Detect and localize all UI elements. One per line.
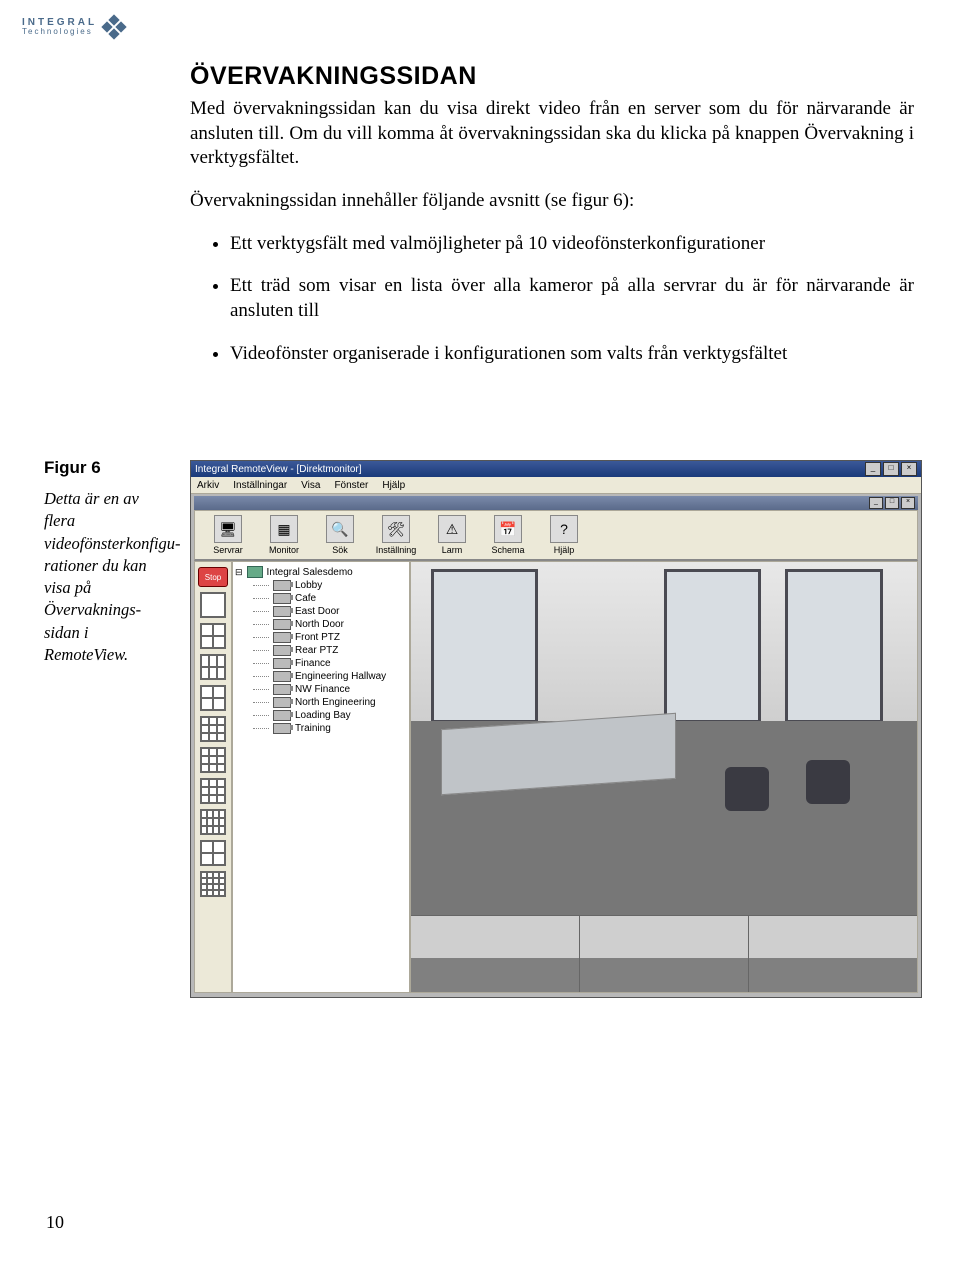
menu-hjalp[interactable]: Hjälp: [382, 480, 405, 491]
menu-installningar[interactable]: Inställningar: [233, 480, 287, 491]
layout-4b[interactable]: [200, 685, 226, 711]
tree-item[interactable]: East Door: [253, 606, 407, 617]
video-thumbnail-row: [411, 915, 917, 992]
camera-icon: [273, 606, 291, 617]
maximize-icon[interactable]: □: [883, 462, 899, 476]
camera-icon: [273, 658, 291, 669]
video-area: [410, 561, 918, 993]
tree-item[interactable]: Finance: [253, 658, 407, 669]
settings-icon: 🛠: [382, 515, 410, 543]
intro-paragraph-2: Övervakningssidan innehåller följande av…: [190, 189, 914, 214]
tree-item[interactable]: NW Finance: [253, 684, 407, 695]
layout-4[interactable]: [200, 623, 226, 649]
toolbar-sok[interactable]: 🔍Sök: [317, 515, 363, 555]
toolbar-hjalp[interactable]: ?Hjälp: [541, 515, 587, 555]
brand-logo: INTEGRAL Technologies: [22, 10, 132, 44]
video-thumb-2[interactable]: [579, 916, 748, 992]
menu-visa[interactable]: Visa: [301, 480, 320, 491]
camera-icon: [273, 645, 291, 656]
toolbar-monitor[interactable]: ▦Monitor: [261, 515, 307, 555]
layout-1[interactable]: [200, 592, 226, 618]
menu-arkiv[interactable]: Arkiv: [197, 480, 219, 491]
figure-label: Figur 6: [44, 458, 172, 478]
child-minimize-icon[interactable]: _: [869, 497, 883, 509]
bullet-1: Ett verktygsfält med valmöjligheter på 1…: [230, 232, 914, 257]
close-icon[interactable]: ×: [901, 462, 917, 476]
tree-root[interactable]: Integral Salesdemo: [235, 566, 407, 578]
tree-item[interactable]: Cafe: [253, 593, 407, 604]
layout-8[interactable]: [200, 747, 226, 773]
toolbar-servrar[interactable]: 🖥Servrar: [205, 515, 251, 555]
layout-16[interactable]: [200, 871, 226, 897]
tree-item[interactable]: Engineering Hallway: [253, 671, 407, 682]
tree-item[interactable]: Lobby: [253, 580, 407, 591]
main-toolbar: 🖥Servrar ▦Monitor 🔍Sök 🛠Inställning ⚠Lar…: [194, 510, 918, 561]
layout-12[interactable]: [200, 809, 226, 835]
menu-fonster[interactable]: Fönster: [334, 480, 368, 491]
page-number: 10: [46, 1212, 64, 1233]
camera-tree[interactable]: Integral Salesdemo Lobby Cafe East Door …: [232, 561, 410, 993]
toolbar-schema[interactable]: 📅Schema: [485, 515, 531, 555]
bullet-2: Ett träd som visar en lista över alla ka…: [230, 274, 914, 323]
figure-caption: Detta är en av flera videofönsterkonfigu…: [44, 488, 172, 666]
tree-item[interactable]: North Door: [253, 619, 407, 630]
help-icon: ?: [550, 515, 578, 543]
layout-9[interactable]: [200, 716, 226, 742]
layout-9b[interactable]: [200, 778, 226, 804]
alarm-icon: ⚠: [438, 515, 466, 543]
video-main-tile[interactable]: [411, 562, 917, 915]
camera-icon: [273, 684, 291, 695]
server-node-icon: [247, 566, 263, 578]
tree-item[interactable]: Loading Bay: [253, 710, 407, 721]
tree-item[interactable]: Front PTZ: [253, 632, 407, 643]
server-icon: 🖥: [214, 515, 242, 543]
menubar: Arkiv Inställningar Visa Fönster Hjälp: [191, 477, 921, 494]
bullet-3: Videofönster organiserade i konfiguratio…: [230, 342, 914, 367]
toolbar-installning[interactable]: 🛠Inställning: [373, 515, 419, 555]
window-titlebar: Integral RemoteView - [Direktmonitor] _ …: [191, 461, 921, 477]
schedule-icon: 📅: [494, 515, 522, 543]
camera-icon: [273, 697, 291, 708]
toolbar-larm[interactable]: ⚠Larm: [429, 515, 475, 555]
tree-item[interactable]: North Engineering: [253, 697, 407, 708]
child-close-icon[interactable]: ×: [901, 497, 915, 509]
video-thumb-3[interactable]: [748, 916, 917, 992]
camera-icon: [273, 710, 291, 721]
mdi-child-titlebar: _ □ ×: [194, 496, 918, 510]
stop-button[interactable]: Stop: [198, 567, 228, 587]
logo-diamond-icon: [103, 16, 125, 38]
camera-icon: [273, 671, 291, 682]
camera-icon: [273, 593, 291, 604]
tree-item[interactable]: Rear PTZ: [253, 645, 407, 656]
child-maximize-icon[interactable]: □: [885, 497, 899, 509]
minimize-icon[interactable]: _: [865, 462, 881, 476]
layout-palette: Stop: [194, 561, 232, 993]
camera-icon: [273, 632, 291, 643]
search-icon: 🔍: [326, 515, 354, 543]
logo-line2: Technologies: [22, 28, 97, 36]
video-thumb-1[interactable]: [411, 916, 579, 992]
feature-bullets: Ett verktygsfält med valmöjligheter på 1…: [230, 232, 914, 367]
monitor-icon: ▦: [270, 515, 298, 543]
camera-icon: [273, 723, 291, 734]
tree-item[interactable]: Training: [253, 723, 407, 734]
intro-paragraph-1: Med övervakningssidan kan du visa direkt…: [190, 97, 914, 171]
figure-screenshot: Integral RemoteView - [Direktmonitor] _ …: [190, 460, 922, 998]
camera-icon: [273, 580, 291, 591]
layout-6[interactable]: [200, 654, 226, 680]
camera-icon: [273, 619, 291, 630]
layout-1-3[interactable]: [200, 840, 226, 866]
section-heading: ÖVERVAKNINGSSIDAN: [190, 62, 914, 91]
window-title: Integral RemoteView - [Direktmonitor]: [195, 464, 362, 475]
